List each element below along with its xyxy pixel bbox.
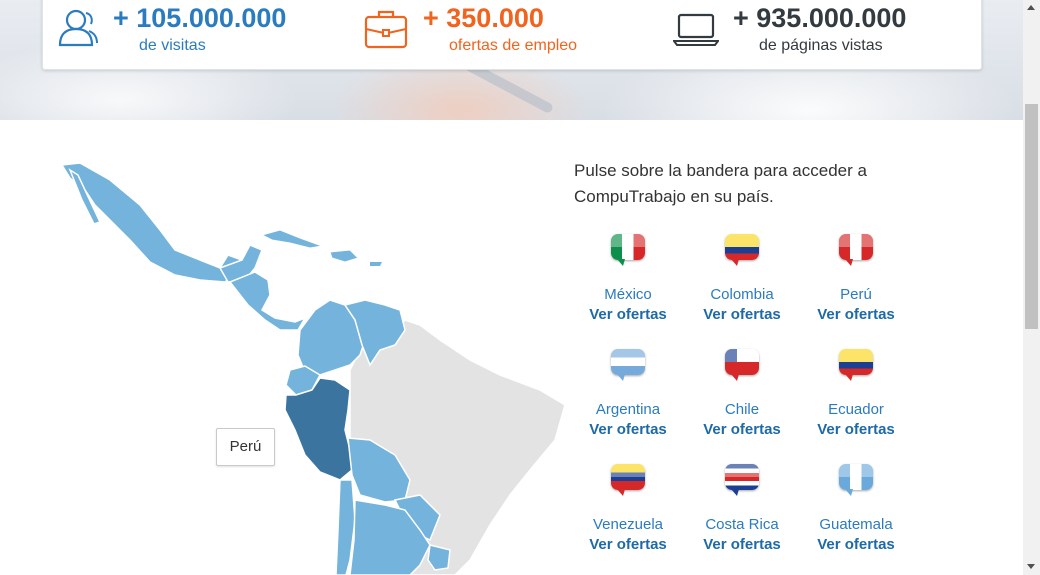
- country-card-venezuela[interactable]: Venezuela Ver ofertas: [573, 464, 683, 553]
- country-card-peru[interactable]: Perú Ver ofertas: [801, 234, 911, 323]
- country-name: Argentina: [595, 401, 661, 418]
- country-name: México: [604, 286, 652, 303]
- ver-ofertas-link[interactable]: Ver ofertas: [687, 536, 797, 553]
- scroll-up-arrow-icon[interactable]: [1027, 5, 1035, 10]
- stat-number: + 935.000.000: [733, 3, 907, 33]
- chile-flag-icon[interactable]: [725, 349, 759, 381]
- ecuador-flag-icon[interactable]: [839, 349, 873, 381]
- guatemala-flag-icon[interactable]: [839, 464, 873, 496]
- country-card-mexico[interactable]: México Ver ofertas: [573, 234, 683, 323]
- scrollbar-thumb[interactable]: [1025, 104, 1038, 329]
- stat-label: ofertas de empleo: [449, 37, 578, 54]
- ver-ofertas-link[interactable]: Ver ofertas: [801, 421, 911, 438]
- ver-ofertas-link[interactable]: Ver ofertas: [687, 421, 797, 438]
- ver-ofertas-link[interactable]: Ver ofertas: [801, 536, 911, 553]
- country-card-argentina[interactable]: Argentina Ver ofertas: [573, 349, 683, 438]
- stat-label: de visitas: [139, 37, 206, 54]
- peru-flag-icon[interactable]: [839, 234, 873, 266]
- page-scrollbar[interactable]: [1023, 0, 1040, 575]
- country-card-chile[interactable]: Chile Ver ofertas: [687, 349, 797, 438]
- stat-number: + 105.000.000: [113, 3, 287, 33]
- country-card-colombia[interactable]: Colombia Ver ofertas: [687, 234, 797, 323]
- venezuela-flag-icon[interactable]: [611, 464, 645, 496]
- country-name: Costa Rica: [705, 516, 779, 533]
- country-name: Ecuador: [828, 401, 884, 418]
- country-card-costa-rica[interactable]: Costa Rica Ver ofertas: [687, 464, 797, 553]
- ver-ofertas-link[interactable]: Ver ofertas: [573, 536, 683, 553]
- ver-ofertas-link[interactable]: Ver ofertas: [573, 421, 683, 438]
- country-name: Chile: [724, 401, 760, 418]
- map-tooltip: Perú: [216, 428, 275, 466]
- stats-bar: + 105.000.000 de visitas + 350.000 ofert…: [42, 0, 982, 70]
- costa-rica-flag-icon[interactable]: [725, 464, 759, 496]
- country-card-ecuador[interactable]: Ecuador Ver ofertas: [801, 349, 911, 438]
- latin-america-map: [60, 162, 566, 575]
- users-icon: [58, 9, 98, 47]
- country-name: Guatemala: [819, 516, 893, 533]
- map-region-mexico[interactable]: [60, 162, 243, 283]
- hero-banner: + 105.000.000 de visitas + 350.000 ofert…: [0, 0, 1023, 120]
- country-name: Colombia: [710, 286, 774, 303]
- stat-label: de páginas vistas: [759, 37, 883, 54]
- ver-ofertas-link[interactable]: Ver ofertas: [687, 306, 797, 323]
- mexico-flag-icon[interactable]: [611, 234, 645, 266]
- country-name: Perú: [840, 286, 872, 303]
- scroll-down-arrow-icon[interactable]: [1027, 564, 1035, 569]
- ver-ofertas-link[interactable]: Ver ofertas: [573, 306, 683, 323]
- map-region-central-america[interactable]: [228, 271, 307, 331]
- laptop-icon: [673, 13, 719, 46]
- argentina-flag-icon[interactable]: [611, 349, 645, 381]
- country-card-guatemala[interactable]: Guatemala Ver ofertas: [801, 464, 911, 553]
- colombia-flag-icon[interactable]: [725, 234, 759, 266]
- briefcase-icon: [364, 10, 408, 49]
- stat-number: + 350.000: [423, 3, 544, 33]
- country-name: Venezuela: [592, 516, 664, 533]
- intro-text: Pulse sobre la bandera para acceder a Co…: [574, 161, 867, 206]
- ver-ofertas-link[interactable]: Ver ofertas: [801, 306, 911, 323]
